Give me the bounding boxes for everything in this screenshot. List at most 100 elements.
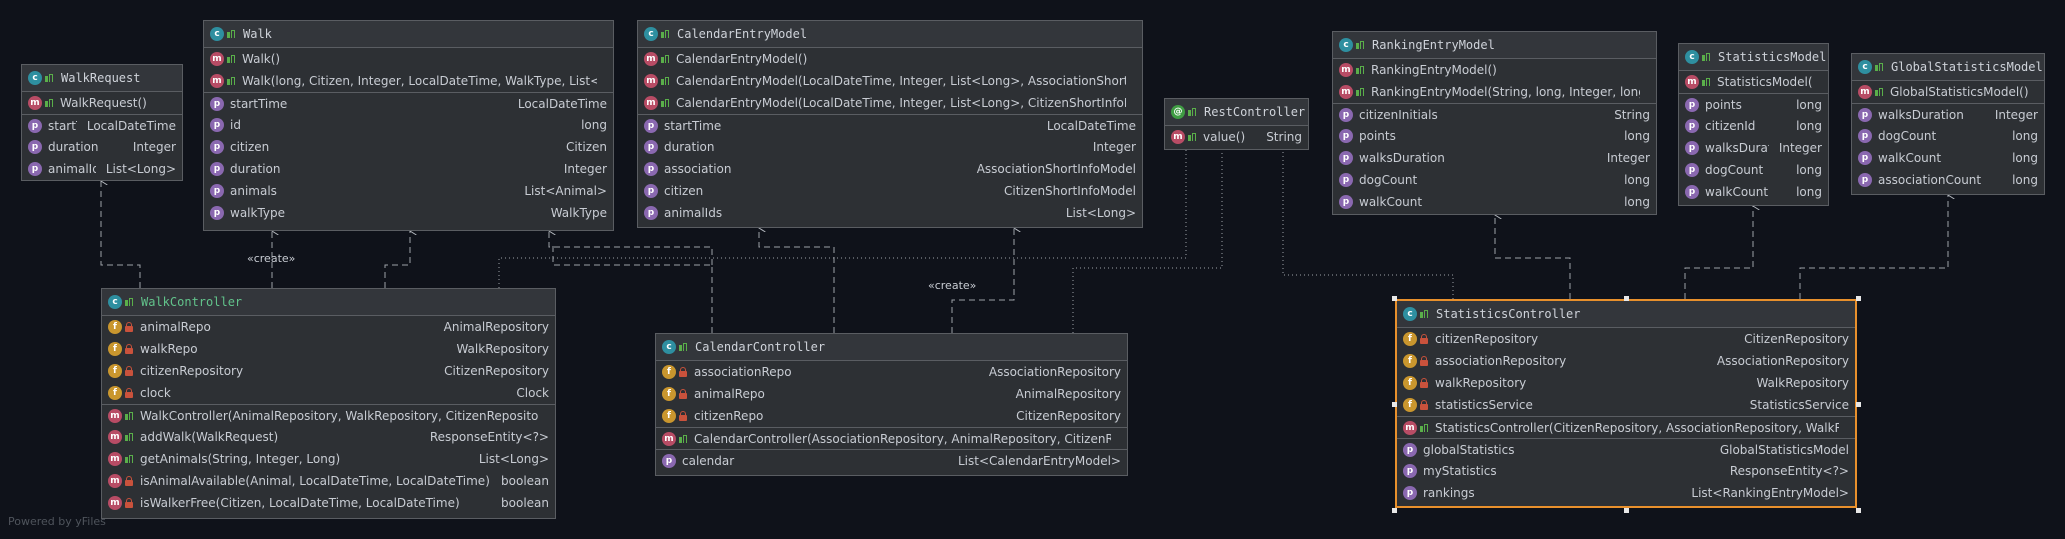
member-row[interactable]: p points long [1679, 93, 1828, 115]
resize-handle[interactable] [1856, 508, 1861, 513]
class-header[interactable]: c CalendarController [656, 334, 1127, 361]
member-row[interactable]: p citizenInitials String [1333, 103, 1656, 125]
member-row[interactable]: m isWalkerFree(Citizen, LocalDateTime, Lo… [102, 492, 555, 514]
member-row[interactable]: p walkType WalkType [204, 202, 613, 224]
member-row[interactable]: p walksDuration Integer [1852, 103, 2044, 125]
private-lock-icon [678, 389, 688, 399]
member-row[interactable]: m WalkRequest() [22, 92, 182, 114]
member-row[interactable]: p animals List<Animal> [204, 180, 613, 202]
member-row[interactable]: p citizen Citizen [204, 136, 613, 158]
resize-handle[interactable] [1392, 508, 1397, 513]
member-row[interactable]: m CalendarEntryModel(LocalDateTime, Integ… [638, 70, 1142, 92]
member-row[interactable]: f walkRepo WalkRepository [102, 338, 555, 360]
member-row[interactable]: p startTime LocalDateTime [638, 114, 1142, 136]
member-row[interactable]: m Walk(long, Citizen, Integer, LocalDateT… [204, 70, 613, 92]
member-row[interactable]: p duration Integer [638, 136, 1142, 158]
member-row[interactable]: m CalendarEntryModel() [638, 48, 1142, 70]
member-row[interactable]: p walkCount long [1333, 191, 1656, 213]
class-name: CalendarEntryModel [677, 27, 808, 41]
class-header[interactable]: c StatisticsController [1397, 301, 1855, 328]
member-row[interactable]: f animalRepo AnimalRepository [656, 383, 1127, 405]
class-header[interactable]: c GlobalStatisticsModel [1852, 54, 2044, 81]
member-row[interactable]: p myStatistics ResponseEntity<?> [1397, 460, 1855, 482]
resize-handle[interactable] [1392, 402, 1397, 407]
member-row[interactable]: m StatisticsModel() [1679, 71, 1828, 93]
member-row[interactable]: f citizenRepository CitizenRepository [102, 360, 555, 382]
method-icon: m [28, 96, 42, 110]
member-row[interactable]: f animalRepo AnimalRepository [102, 316, 555, 338]
member-row[interactable]: p dogCount long [1852, 125, 2044, 147]
annotation-restcontroller[interactable]: @ RestController m value() String [1164, 98, 1309, 150]
class-walk[interactable]: c Walk m Walk() m Walk(long, Citizen, Integer… [203, 20, 614, 231]
member-row[interactable]: p walksDuration Integer [1679, 137, 1828, 159]
member-row[interactable]: p association AssociationShortInfoModel [638, 158, 1142, 180]
class-header[interactable]: c RankingEntryModel [1333, 32, 1656, 59]
class-statisticsmodel[interactable]: c StatisticsModel m StatisticsModel() p point… [1678, 43, 1829, 206]
class-calendarentrymodel[interactable]: c CalendarEntryModel m CalendarEntryModel()… [637, 20, 1143, 228]
member-name: citizenRepository [1435, 332, 1539, 346]
member-row[interactable]: p walksDuration Integer [1333, 147, 1656, 169]
member-row[interactable]: m CalendarController(AssociationRepositor… [656, 427, 1127, 449]
member-row[interactable]: m RankingEntryModel() [1333, 59, 1656, 81]
member-row[interactable]: f statisticsService StatisticsService [1397, 394, 1855, 416]
member-row[interactable]: p duration Integer [22, 136, 182, 158]
property-icon: p [210, 96, 224, 111]
member-row[interactable]: p walkCount long [1852, 147, 2044, 169]
member-row[interactable]: p points long [1333, 125, 1656, 147]
property-icon: p [1858, 107, 1872, 122]
resize-handle[interactable] [1856, 296, 1861, 301]
member-row[interactable]: f citizenRepository CitizenRepository [1397, 328, 1855, 350]
class-header[interactable]: c Walk [204, 21, 613, 48]
member-row[interactable]: p id long [204, 114, 613, 136]
member-row[interactable]: m StatisticsController(CitizenRepository,… [1397, 416, 1855, 438]
resize-handle[interactable] [1624, 508, 1629, 513]
member-row[interactable]: p dogCount long [1333, 169, 1656, 191]
member-row[interactable]: f clock Clock [102, 382, 555, 404]
class-statisticscontroller[interactable]: c StatisticsController f citizenRepository C… [1395, 299, 1857, 508]
resize-handle[interactable] [1624, 296, 1629, 301]
member-row[interactable]: m CalendarEntryModel(LocalDateTime, Integ… [638, 92, 1142, 114]
member-row[interactable]: f associationRepository AssociationReposit… [1397, 350, 1855, 372]
member-row[interactable]: m Walk() [204, 48, 613, 70]
member-row[interactable]: m RankingEntryModel(String, long, Integer… [1333, 81, 1656, 103]
member-row[interactable]: m WalkController(AnimalRepository, WalkRe… [102, 404, 555, 426]
member-row[interactable]: p walkCount long [1679, 181, 1828, 203]
member-row[interactable]: f walkRepository WalkRepository [1397, 372, 1855, 394]
member-row[interactable]: p citizenId long [1679, 115, 1828, 137]
member-row[interactable]: p startTime LocalDateTime [22, 114, 182, 136]
member-row[interactable]: m value() String [1165, 126, 1308, 148]
class-calendarcontroller[interactable]: c CalendarController f associationRepo Assoc… [655, 333, 1128, 476]
resize-handle[interactable] [1856, 402, 1861, 407]
member-row[interactable]: p duration Integer [204, 158, 613, 180]
member-row[interactable]: m isAnimalAvailable(Animal, LocalDateTime… [102, 470, 555, 492]
member-row[interactable]: m getAnimals(String, Integer, Long) List<L… [102, 448, 555, 470]
class-walkcontroller[interactable]: c WalkController f animalRepo AnimalReposito… [101, 288, 556, 519]
member-row[interactable]: p citizen CitizenShortInfoModel [638, 180, 1142, 202]
member-row[interactable]: p rankings List<RankingEntryModel> [1397, 482, 1855, 504]
class-header[interactable]: @ RestController [1165, 99, 1308, 126]
class-header[interactable]: c StatisticsModel [1679, 44, 1828, 71]
class-globalstatisticsmodel[interactable]: c GlobalStatisticsModel m GlobalStatisticsM… [1851, 53, 2045, 195]
member-row[interactable]: p animalIds List<Long> [638, 202, 1142, 224]
member-row[interactable]: m GlobalStatisticsModel() [1852, 81, 2044, 103]
member-row[interactable]: p globalStatistics GlobalStatisticsModel [1397, 438, 1855, 460]
class-walkrequest[interactable]: c WalkRequest m WalkRequest() p startTime Loca… [21, 64, 183, 181]
member-row[interactable]: p animalIds List<Long> [22, 158, 182, 180]
class-header[interactable]: c CalendarEntryModel [638, 21, 1142, 48]
resize-handle[interactable] [1392, 296, 1397, 301]
public-visibility-icon [660, 98, 670, 108]
class-header[interactable]: c WalkRequest [22, 65, 182, 92]
member-row[interactable]: p dogCount long [1679, 159, 1828, 181]
member-type: CitizenRepository [444, 364, 549, 378]
member-row[interactable]: f associationRepo AssociationRepository [656, 361, 1127, 383]
member-row[interactable]: p associationCount long [1852, 169, 2044, 191]
yfiles-watermark: Powered by yFiles [8, 515, 106, 528]
class-name: StatisticsModel [1718, 50, 1827, 64]
member-row[interactable]: p startTime LocalDateTime [204, 92, 613, 114]
class-header[interactable]: c WalkController [102, 289, 555, 316]
public-visibility-icon [1701, 77, 1711, 87]
member-row[interactable]: f citizenRepo CitizenRepository [656, 405, 1127, 427]
class-rankingentrymodel[interactable]: c RankingEntryModel m RankingEntryModel() m R… [1332, 31, 1657, 215]
member-row[interactable]: p calendar List<CalendarEntryModel> [656, 449, 1127, 471]
member-row[interactable]: m addWalk(WalkRequest) ResponseEntity<?> [102, 426, 555, 448]
